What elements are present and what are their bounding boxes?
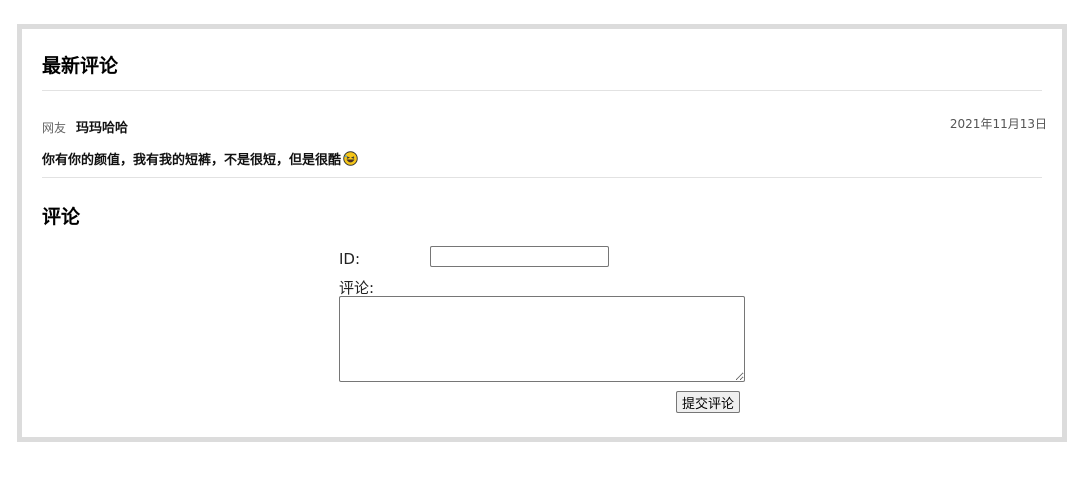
- divider: [42, 177, 1042, 178]
- id-label: ID:: [339, 250, 361, 268]
- comment-date: 2021年11月13日: [949, 117, 1047, 131]
- comment-author: 玛玛哈哈: [76, 121, 129, 136]
- comments-card: 最新评论 网友 玛玛哈哈 2021年11月13日 你有你的颜值，我有我的短裤，不…: [17, 24, 1067, 442]
- comment-text-row: 你有你的颜值，我有我的短裤，不是很短，但是很酷: [42, 149, 358, 168]
- divider: [42, 90, 1042, 91]
- comment-label: 评论:: [339, 279, 375, 297]
- id-input[interactable]: [430, 246, 609, 267]
- submit-comment-button[interactable]: 提交评论: [676, 391, 741, 413]
- comment-form-title: 评论: [42, 206, 81, 228]
- laughing-face-icon: [343, 151, 358, 166]
- comment-user-label: 网友: [42, 121, 67, 135]
- comment-textarea[interactable]: [339, 296, 745, 382]
- comment-text: 你有你的颜值，我有我的短裤，不是很短，但是很酷: [42, 153, 342, 168]
- latest-comments-title: 最新评论: [42, 55, 119, 77]
